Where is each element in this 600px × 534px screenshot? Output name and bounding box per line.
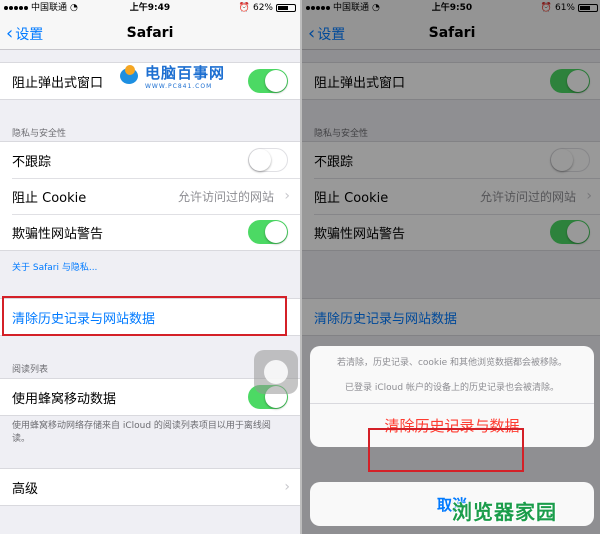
do-not-track-label: 不跟踪 (12, 154, 52, 170)
left-screen: 中国联通 ◔ 上午9:49 ⏰ 62% ‹ 设置 Safari 阻止弹出式窗口 … (0, 0, 300, 534)
do-not-track-row: 不跟踪 (0, 142, 300, 178)
modal-dim-overlay (302, 0, 600, 534)
watermark-url: WWW.PC841.COM (145, 83, 213, 90)
nav-bar: ‹ 设置 Safari (0, 16, 300, 50)
action-sheet-message: 若清除，历史记录、cookie 和其他浏览数据都会被移除。 (336, 358, 568, 368)
advanced-label: 高级 (12, 481, 39, 497)
page-title: Safari (126, 25, 174, 41)
watermark-title: 电脑百事网 (145, 64, 226, 82)
about-privacy-link[interactable]: 关于 Safari 与隐私... (12, 260, 97, 273)
popup-block-switch[interactable] (248, 69, 288, 93)
reading-list-section-header: 阅读列表 (12, 365, 49, 375)
wifi-icon: ◔ (70, 3, 78, 13)
clear-group: 清除历史记录与网站数据 (0, 298, 300, 336)
cellular-data-label: 使用蜂窝移动数据 (12, 391, 117, 407)
block-cookie-row[interactable]: 阻止 Cookie 允许访问过的网站 › (0, 178, 300, 214)
reading-list-footer: 使用蜂窝移动网络存储来自 iCloud 的阅读列表项目以用于离线阅读。 (12, 421, 271, 444)
privacy-group: 不跟踪 阻止 Cookie 允许访问过的网站 › 欺骗性网站警告 (0, 141, 300, 251)
right-screen: 中国联通 ◔ 上午9:50 ⏰ 61% ‹ 设置 Safari 阻止弹出式窗口 … (302, 0, 600, 534)
popup-block-label: 阻止弹出式窗口 (12, 75, 104, 91)
confirm-clear-button[interactable]: 清除历史记录与数据 (310, 403, 594, 447)
advanced-group: 高级 › (0, 468, 300, 506)
fraud-warning-label: 欺骗性网站警告 (12, 226, 104, 242)
alarm-icon: ⏰ (238, 3, 250, 13)
pc841-logo-icon (116, 63, 142, 89)
browser-home-watermark: 浏览器家园 (452, 500, 557, 524)
block-cookie-label: 阻止 Cookie (12, 190, 87, 206)
do-not-track-switch[interactable] (248, 148, 288, 172)
signal-icon (4, 6, 28, 10)
status-time: 上午9:49 (129, 3, 171, 13)
battery-percent: 62% (252, 3, 273, 13)
carrier-label: 中国联通 (31, 3, 68, 13)
assistive-touch-button[interactable] (254, 350, 298, 394)
privacy-section-header: 隐私与安全性 (12, 129, 67, 139)
clear-history-button[interactable]: 清除历史记录与网站数据 (0, 299, 300, 335)
fraud-warning-switch[interactable] (248, 220, 288, 244)
advanced-row[interactable]: 高级 › (0, 469, 300, 505)
chevron-right-icon: › (284, 188, 290, 204)
pc841-watermark: 电脑百事网 WWW.PC841.COM (116, 62, 225, 90)
block-cookie-value: 允许访问过的网站 (177, 189, 274, 204)
chevron-right-icon: › (284, 479, 290, 495)
clear-history-label: 清除历史记录与网站数据 (12, 311, 156, 327)
battery-icon (276, 4, 296, 12)
fraud-warning-row: 欺骗性网站警告 (0, 214, 300, 250)
action-sheet: 若清除，历史记录、cookie 和其他浏览数据都会被移除。 已登录 iCloud… (310, 346, 594, 447)
status-bar: 中国联通 ◔ 上午9:49 ⏰ 62% (0, 0, 300, 16)
action-sheet-message-2: 已登录 iCloud 帐户的设备上的历史记录也会被清除。 (345, 383, 559, 393)
